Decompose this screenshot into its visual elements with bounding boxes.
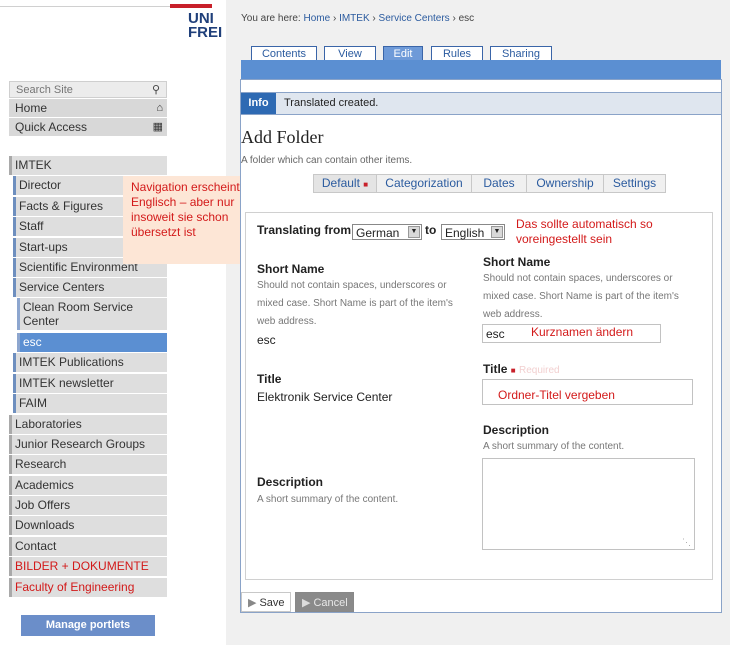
logo-red-bar [170,4,212,8]
original-title-value: Elektronik Service Center [257,390,393,404]
annotation-translate: Das sollte automatisch so voreingestellt… [516,217,653,246]
tab-edit[interactable]: Edit [383,46,423,61]
breadcrumb-imtek[interactable]: IMTEK [339,13,370,24]
info-label: Info [241,93,276,114]
original-short-name-value: esc [257,333,276,347]
breadcrumb-separator: › [452,13,456,24]
annotation-shortname: Kurznamen ändern [531,325,634,339]
breadcrumb-service-centers[interactable]: Service Centers [379,13,450,24]
search-input[interactable] [10,82,146,98]
nav-item-downloads[interactable]: Downloads [9,516,167,535]
chevron-down-icon: ▼ [491,226,503,238]
manage-portlets-button[interactable]: Manage portlets [21,615,155,636]
nav-item-job-offers[interactable]: Job Offers [9,496,167,515]
short-name-value: esc [486,327,505,341]
tab-rules[interactable]: Rules [431,46,483,61]
logo-line-2[interactable]: FREI [188,25,222,40]
tab-view[interactable]: View [324,46,376,61]
original-description-label: Description [257,475,324,489]
title-field[interactable]: Ordner-Titel vergeben [482,379,693,405]
nav-item-contact[interactable]: Contact [9,537,167,556]
nav-item-research[interactable]: Research [9,455,167,474]
nav-item-clean-room[interactable]: Clean Room Service Center [17,298,167,330]
title-label: Title [483,362,508,376]
language-from-select[interactable]: German ▼ [352,224,422,240]
nav-quick-access[interactable]: Quick Access ▦ [9,118,167,136]
subtab-settings[interactable]: Settings [604,175,665,192]
nav-home-label: Home [15,101,48,115]
info-text: Translated created. [284,97,379,109]
tab-bar [241,60,721,79]
search-icon[interactable]: ⚲ [146,82,166,97]
nav-item-academics[interactable]: Academics [9,476,167,495]
breadcrumb-separator: › [332,13,337,24]
nav-item-imtek-newsletter[interactable]: IMTEK newsletter [13,374,167,393]
page-title: Add Folder [241,127,324,147]
search-box: ⚲ [9,81,167,98]
title-required: Required [518,365,560,376]
annotation-title: Ordner-Titel vergeben [498,388,615,402]
save-label: Save [259,597,285,609]
language-to-select[interactable]: English ▼ [441,224,505,240]
tab-contents[interactable]: Contents [251,46,317,61]
home-icon: ⌂ [156,102,163,114]
breadcrumb-separator: › [372,13,376,24]
required-marker-icon: ■ [363,180,369,189]
subtab-ownership[interactable]: Ownership [527,175,604,192]
original-title-label: Title [257,372,282,386]
original-description-help: A short summary of the content. [257,494,399,505]
nav-item-bilder-dokumente[interactable]: BILDER + DOKUMENTE [9,557,167,576]
breadcrumb: You are here: Home › IMTEK › Service Cen… [241,13,474,24]
nav-item-service-centers[interactable]: Service Centers [13,278,167,297]
short-name-help: Should not contain spaces, underscores o… [483,273,679,320]
description-help: A short summary of the content. [483,441,625,452]
grid-icon: ▦ [152,121,163,133]
page-description: A folder which can contain other items. [241,155,413,166]
short-name-label: Short Name [483,255,551,269]
translating-to-label: to [425,223,437,237]
nav-item-junior-research[interactable]: Junior Research Groups [9,435,167,454]
nav-item-imtek[interactable]: IMTEK [9,156,167,175]
save-button[interactable]: ▶ Save [241,592,291,612]
language-from-value: German [356,226,400,240]
nav-item-laboratories[interactable]: Laboratories [9,415,167,434]
original-short-name-label: Short Name [257,262,325,276]
nav-quick-access-label: Quick Access [15,120,88,134]
chevron-down-icon: ▼ [408,226,420,238]
annotation-navigation: Navigation erscheint in Englisch – aber … [123,176,258,264]
breadcrumb-home[interactable]: Home [303,13,330,24]
translating-label: Translating from [257,223,352,237]
breadcrumb-current: esc [458,13,475,24]
subtab-dates[interactable]: Dates [472,175,527,192]
subtab-categorization[interactable]: Categorization [377,175,472,192]
tab-sharing[interactable]: Sharing [490,46,552,61]
nav-item-esc[interactable]: esc [17,333,167,352]
description-label: Description [483,423,550,437]
nav-item-imtek-publications[interactable]: IMTEK Publications [13,353,167,372]
cancel-button[interactable]: ▶ Cancel [295,592,354,612]
cancel-label: Cancel [313,597,348,609]
short-name-field[interactable]: esc Kurznamen ändern [482,324,661,343]
info-message: Info Translated created. [240,92,722,115]
nav-item-faculty-engineering[interactable]: Faculty of Engineering [9,578,167,597]
nav-home[interactable]: Home ⌂ [9,99,167,117]
required-marker-icon: ■ [510,366,516,375]
description-textarea[interactable]: ⋱ [482,458,695,550]
language-to-value: English [445,226,485,240]
subtab-default-label: Default [321,176,360,190]
title-label-row: Title ■ Required [483,362,560,376]
header-divider [0,6,170,7]
arrow-right-icon: ▶ [302,597,311,609]
form-tabs: Default ■ Categorization Dates Ownership… [313,174,666,193]
arrow-right-icon: ▶ [248,597,257,609]
breadcrumb-prefix: You are here: [241,13,304,24]
nav-item-faim[interactable]: FAIM [13,394,167,413]
original-short-name-help: Should not contain spaces, underscores o… [257,280,453,327]
resize-handle-icon[interactable]: ⋱ [682,537,691,548]
subtab-default[interactable]: Default ■ [314,175,377,192]
